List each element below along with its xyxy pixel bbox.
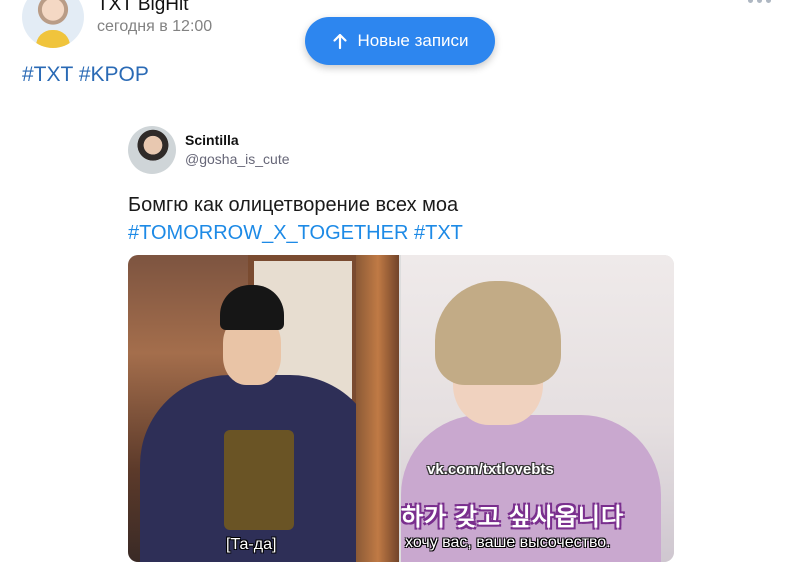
- tweet-hashtag: #TOMORROW_X_TOGETHER: [128, 222, 409, 244]
- tweet-text: Бомгю как олицетворение всех моа: [128, 194, 459, 216]
- hashtag-link[interactable]: #TXT: [22, 63, 73, 86]
- tweet-avatar: [128, 126, 176, 174]
- new-posts-label: Новые записи: [357, 31, 469, 50]
- right-caption: хочу вас, ваше высочество.: [405, 534, 611, 551]
- post-hashtags: #TXT #KPOP: [22, 63, 149, 87]
- tweet-hashtags: #TOMORROW_X_TOGETHER #TXT: [128, 219, 688, 247]
- arrow-up-icon: [333, 33, 348, 50]
- left-caption: [Та-да]: [226, 536, 277, 553]
- tweet-handle: @gosha_is_cute: [185, 151, 290, 167]
- watermark-text: vk.com/txtlovebts: [427, 461, 554, 478]
- post-image[interactable]: [Та-да] vk.com/txtlovebts 하가 갖고 싶사옵니다 хо…: [128, 255, 674, 562]
- author-avatar[interactable]: [22, 0, 84, 48]
- new-posts-button[interactable]: Новые записи: [305, 17, 495, 65]
- image-panel-left: [Та-да]: [128, 255, 399, 562]
- image-panel-right: vk.com/txtlovebts 하가 갖고 싶사옵니다 хочу вас, …: [401, 255, 674, 562]
- korean-subtitle: 하가 갖고 싶사옵니다: [401, 504, 625, 531]
- post-time[interactable]: сегодня в 12:00: [97, 18, 212, 36]
- more-dots-icon[interactable]: [748, 0, 772, 8]
- tweet-text-block: Бомгю как олицетворение всех моа #TOMORR…: [128, 191, 688, 247]
- hashtag-link[interactable]: #KPOP: [79, 63, 149, 86]
- tweet-display-name: Scintilla: [185, 132, 239, 148]
- author-name[interactable]: TXT BigHit: [97, 0, 189, 16]
- tweet-hashtag: #TXT: [413, 222, 463, 244]
